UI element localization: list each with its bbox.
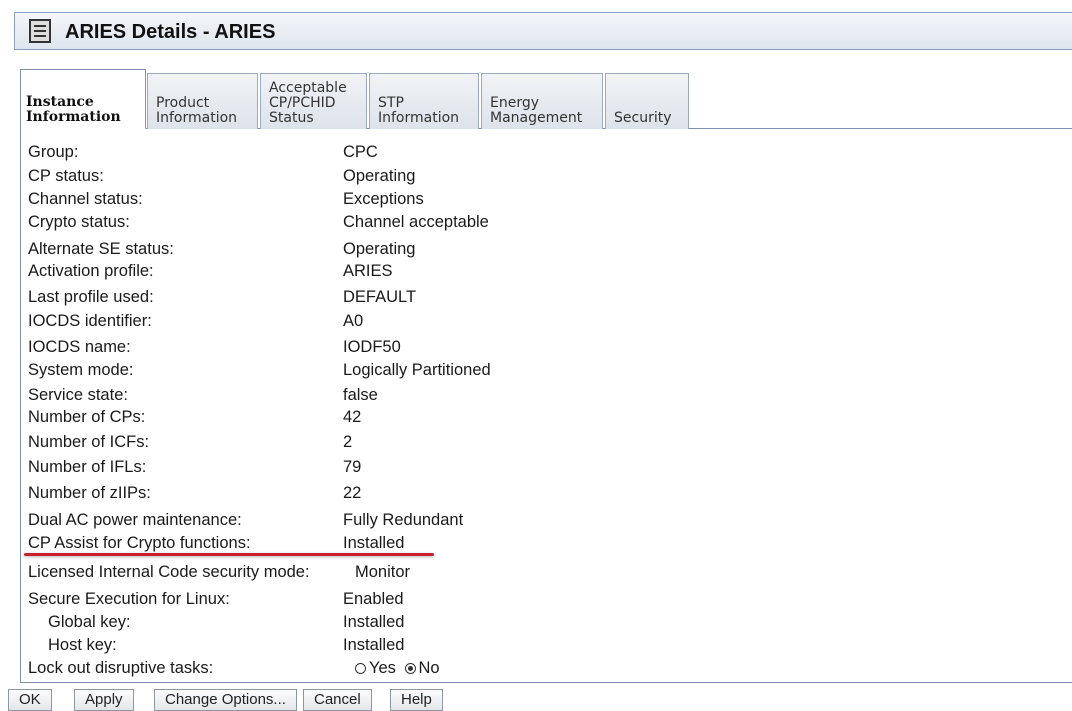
radio-label: No [418, 659, 440, 677]
tab-label: Product Information [156, 95, 238, 126]
detail-value: Installed [343, 636, 405, 654]
detail-value: Operating [343, 167, 416, 185]
detail-label: Service state: [28, 386, 128, 404]
tab-energy-management[interactable]: Energy Management [481, 73, 603, 129]
detail-label: System mode: [28, 361, 134, 379]
detail-label: Crypto status: [28, 213, 130, 231]
detail-label: Global key: [48, 613, 131, 631]
detail-value: 2 [343, 433, 353, 451]
detail-label: Last profile used: [28, 288, 154, 306]
lockout-yes-radio[interactable]: Yes [355, 659, 396, 677]
detail-value: Enabled [343, 590, 404, 608]
detail-value: Channel acceptable [343, 213, 489, 231]
lockout-options: Yes No [355, 656, 444, 680]
tab-strip: Instance Information Product Information… [20, 69, 1072, 129]
detail-value: ARIES [343, 262, 393, 280]
detail-value: 79 [343, 458, 362, 476]
detail-label: Channel status: [28, 190, 143, 208]
tab-acceptable-cp-pchid-status[interactable]: Acceptable CP/PCHID Status [260, 73, 367, 129]
detail-value: false [343, 386, 378, 404]
detail-value: A0 [343, 312, 364, 330]
cancel-button[interactable]: Cancel [303, 689, 372, 711]
detail-value: Installed [343, 613, 405, 631]
detail-label: CP Assist for Crypto functions: [28, 534, 251, 552]
detail-label: Number of CPs: [28, 408, 146, 426]
detail-value: Exceptions [343, 190, 424, 208]
detail-label: IOCDS identifier: [28, 312, 152, 330]
radio-on-icon [404, 663, 416, 674]
detail-label: Secure Execution for Linux: [28, 590, 230, 608]
detail-value: Logically Partitioned [343, 361, 491, 379]
apply-button[interactable]: Apply [74, 689, 134, 711]
detail-label: Alternate SE status: [28, 240, 174, 258]
help-button[interactable]: Help [390, 689, 443, 711]
detail-value: CPC [343, 143, 378, 161]
detail-label: Activation profile: [28, 262, 154, 280]
title-bar: ARIES Details - ARIES [14, 12, 1072, 50]
detail-value: DEFAULT [343, 288, 417, 306]
detail-value: Operating [343, 240, 416, 258]
detail-value: IODF50 [343, 338, 401, 356]
detail-value: Installed [343, 534, 405, 552]
detail-label: Host key: [48, 636, 117, 654]
tab-label: Instance Information [26, 94, 121, 125]
detail-label: Group: [28, 143, 79, 161]
detail-value: Fully Redundant [343, 511, 464, 529]
tab-label: Security [614, 110, 672, 126]
detail-label: IOCDS name: [28, 338, 131, 356]
radio-label: Yes [369, 659, 396, 677]
detail-label: Number of ICFs: [28, 433, 150, 451]
tab-security[interactable]: Security [605, 73, 689, 129]
detail-label: Number of zIIPs: [28, 484, 151, 502]
tab-stp-information[interactable]: STP Information [369, 73, 479, 129]
window-icon [29, 19, 51, 43]
radio-off-icon [355, 663, 366, 674]
tab-label: STP Information [378, 95, 460, 126]
detail-value: Monitor [355, 563, 411, 581]
detail-label: Number of IFLs: [28, 458, 147, 476]
highlight-underline [24, 553, 434, 556]
lockout-no-radio[interactable]: No [404, 659, 440, 677]
detail-label: Dual AC power maintenance: [28, 511, 242, 529]
tab-product-information[interactable]: Product Information [147, 73, 258, 129]
tab-label: Energy Management [490, 95, 583, 126]
change-options-button[interactable]: Change Options... [154, 689, 297, 711]
detail-value: 42 [343, 408, 362, 426]
detail-label: CP status: [28, 167, 104, 185]
lockout-label: Lock out disruptive tasks: [28, 659, 214, 677]
ok-button[interactable]: OK [8, 689, 52, 711]
detail-label: Licensed Internal Code security mode: [28, 563, 310, 581]
detail-value: 22 [343, 484, 362, 502]
tab-instance-information[interactable]: Instance Information [20, 69, 146, 129]
window-title: ARIES Details - ARIES [65, 21, 276, 43]
tab-label: Acceptable CP/PCHID Status [269, 80, 347, 126]
